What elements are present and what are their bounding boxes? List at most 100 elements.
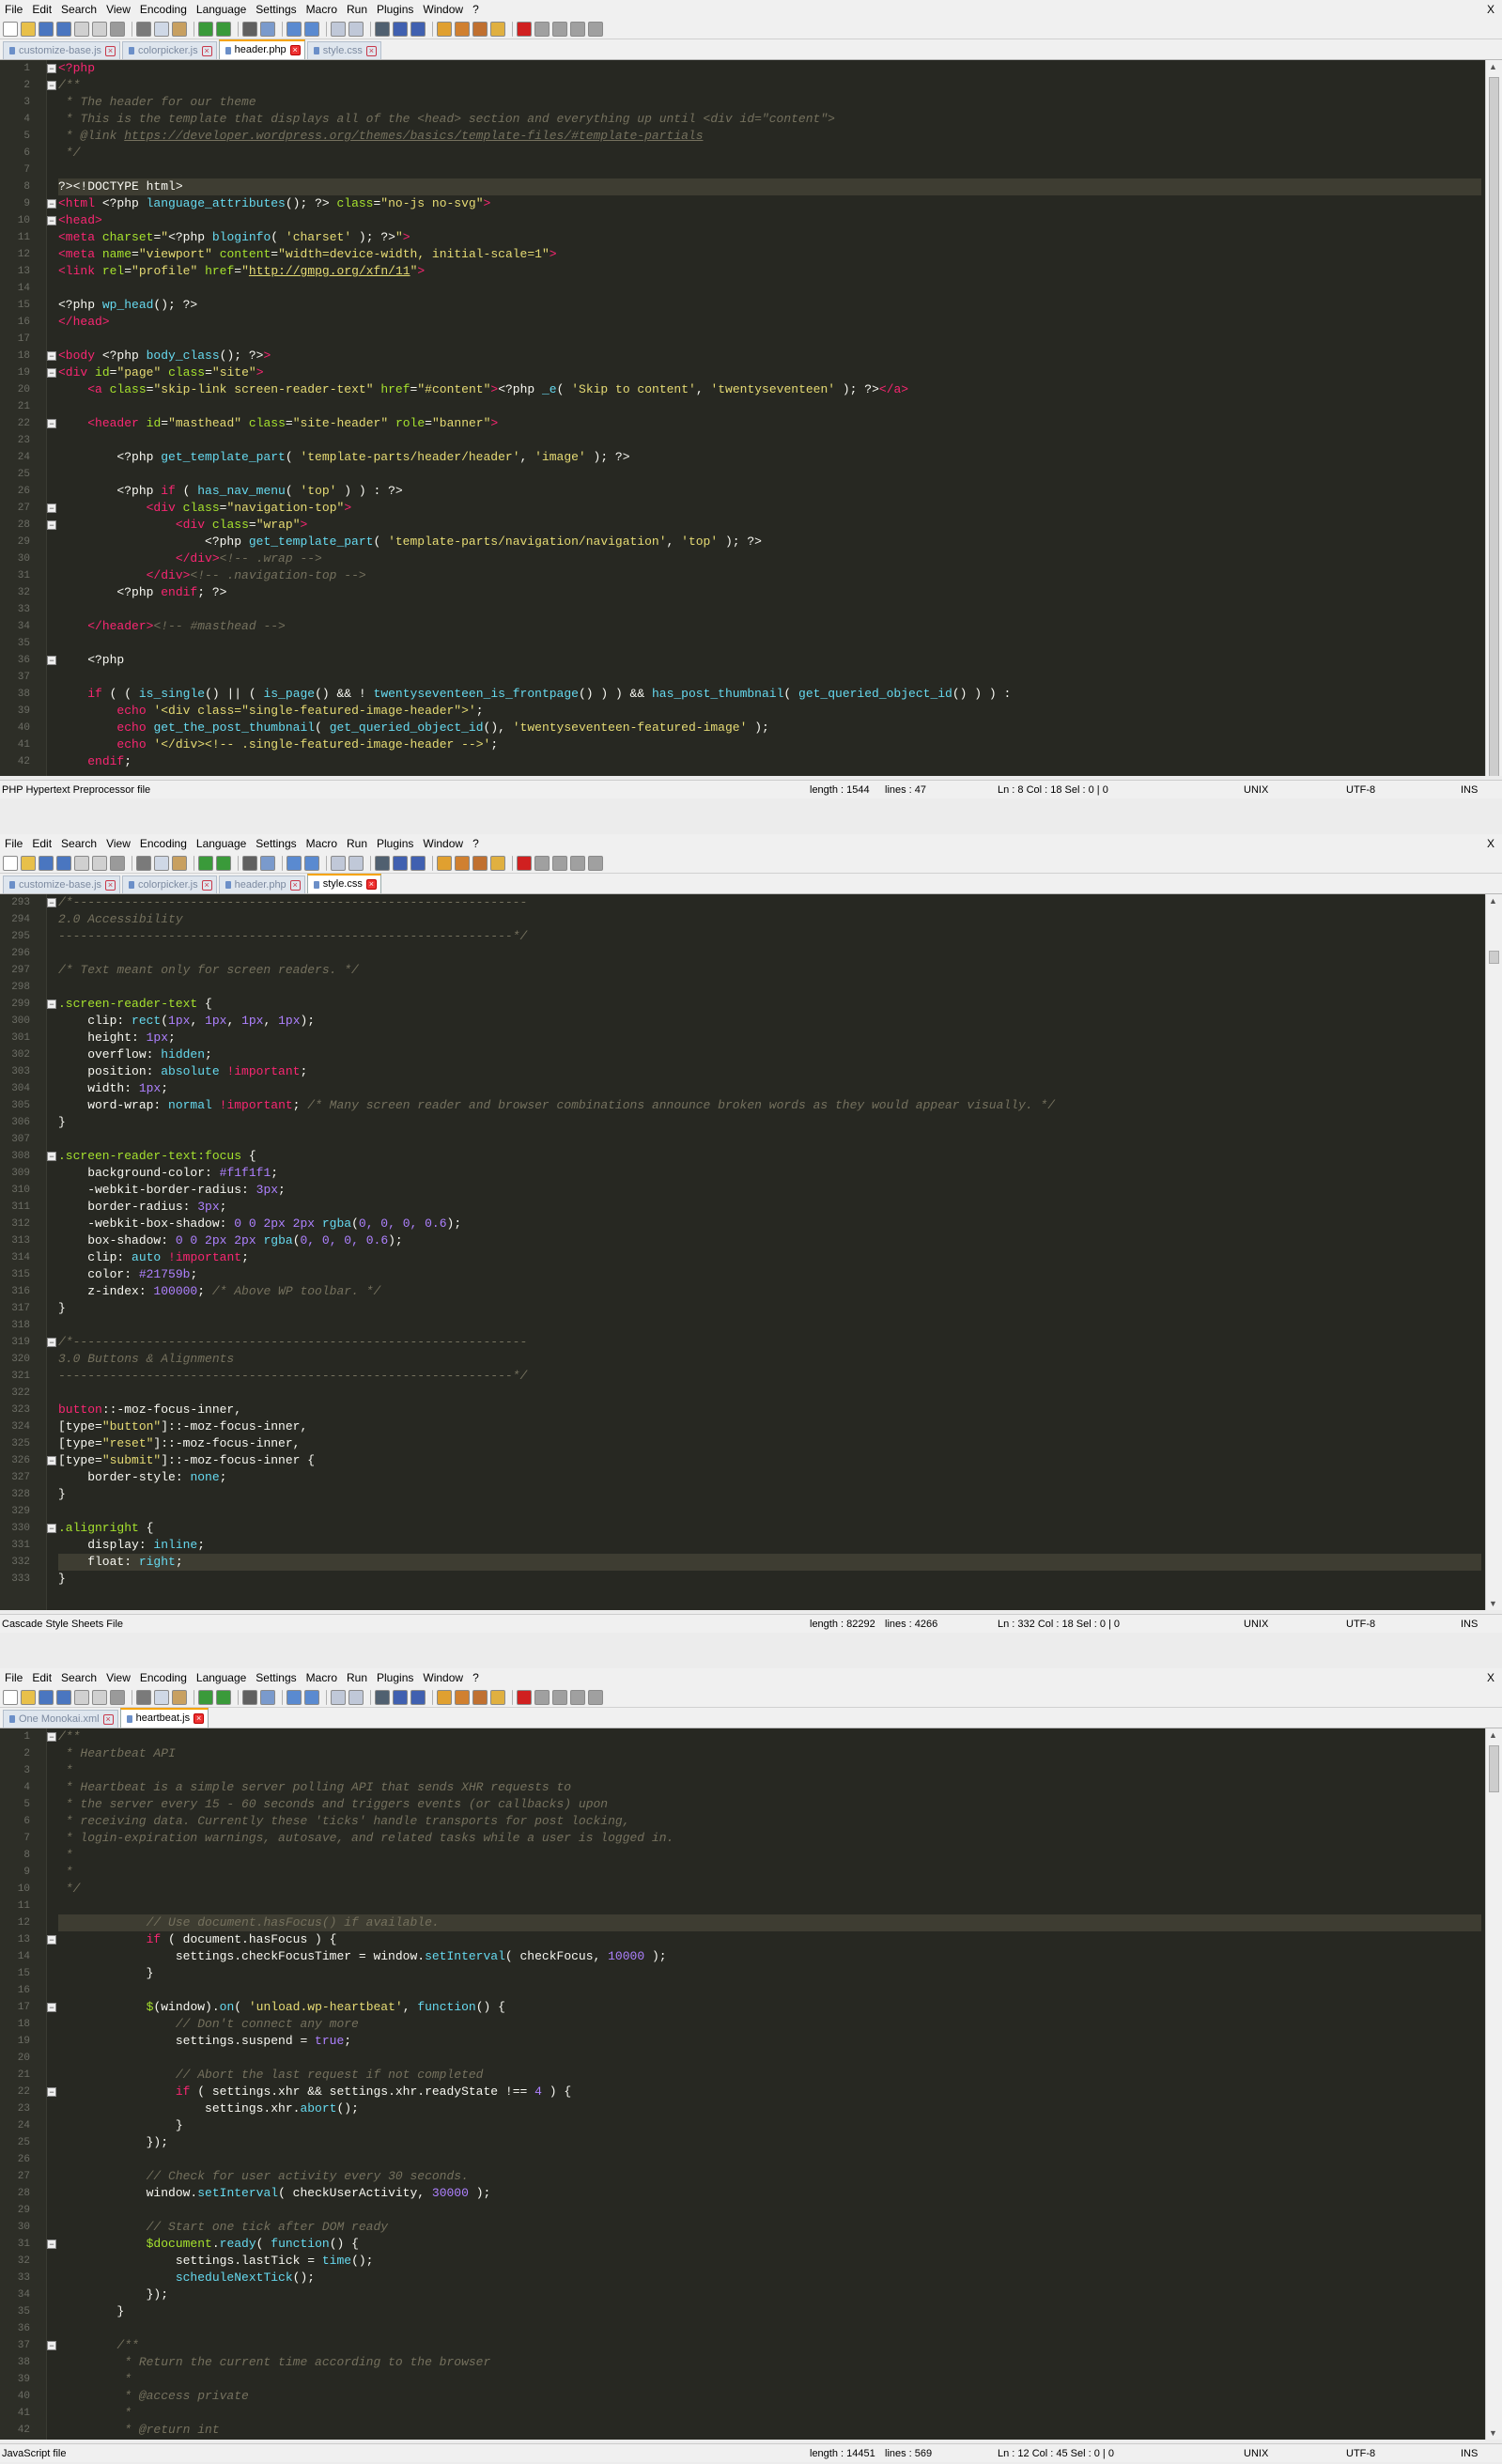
- save-all-icon[interactable]: [56, 21, 71, 37]
- tab-close-icon[interactable]: ×: [102, 1713, 114, 1725]
- code-editor[interactable]: 1− <?php 2−/** 3 * The header for our theme…: [0, 60, 1502, 776]
- tab-close-icon[interactable]: ×: [201, 45, 212, 56]
- find-icon[interactable]: [242, 1689, 257, 1705]
- fold-toggle-icon[interactable]: −: [47, 1152, 56, 1161]
- paste-icon[interactable]: [172, 1689, 187, 1705]
- vertical-scrollbar[interactable]: ▲▼: [1485, 894, 1502, 1610]
- copy-icon[interactable]: [154, 1689, 169, 1705]
- redo-icon[interactable]: [216, 1689, 231, 1705]
- menu-item[interactable]: Language: [192, 0, 251, 19]
- undo-icon[interactable]: [198, 1689, 213, 1705]
- indent-guide-icon[interactable]: [410, 1689, 426, 1705]
- code-editor[interactable]: 293−/*----------------------------------…: [0, 894, 1502, 1610]
- menu-item[interactable]: Window: [418, 1668, 468, 1687]
- lang-icon[interactable]: [437, 21, 452, 37]
- fold-toggle-icon[interactable]: −: [47, 199, 56, 209]
- scroll-thumb[interactable]: [1489, 1745, 1499, 1792]
- menu-item[interactable]: View: [101, 834, 135, 853]
- close-all-icon[interactable]: [92, 855, 107, 871]
- file-tab[interactable]: customize-base.js ×: [3, 876, 121, 893]
- fold-toggle-icon[interactable]: −: [47, 1524, 56, 1533]
- sync-h-icon[interactable]: [348, 855, 364, 871]
- fold-toggle-icon[interactable]: −: [47, 64, 56, 73]
- play-multi-icon[interactable]: [570, 21, 585, 37]
- scroll-thumb[interactable]: [1489, 951, 1499, 964]
- fold-toggle-icon[interactable]: −: [47, 2003, 56, 2012]
- open-icon[interactable]: [21, 1689, 36, 1705]
- zoom-in-icon[interactable]: [286, 1689, 302, 1705]
- play-icon[interactable]: [552, 1689, 567, 1705]
- menu-item[interactable]: View: [101, 0, 135, 19]
- save-icon[interactable]: [39, 1689, 54, 1705]
- find-icon[interactable]: [242, 855, 257, 871]
- scroll-up-icon[interactable]: ▲: [1489, 1730, 1497, 1740]
- record-icon[interactable]: [517, 21, 532, 37]
- fold-toggle-icon[interactable]: −: [47, 898, 56, 907]
- all-chars-icon[interactable]: [393, 855, 408, 871]
- wrap-icon[interactable]: [375, 855, 390, 871]
- func-list-icon[interactable]: [472, 21, 488, 37]
- replace-icon[interactable]: [260, 21, 275, 37]
- save-macro-icon[interactable]: [588, 21, 603, 37]
- menu-item[interactable]: Run: [342, 0, 372, 19]
- tab-close-icon[interactable]: ×: [365, 45, 377, 56]
- sync-h-icon[interactable]: [348, 21, 364, 37]
- menu-item[interactable]: Macro: [302, 834, 342, 853]
- file-tab[interactable]: One Monokai.xml ×: [3, 1710, 118, 1728]
- fold-toggle-icon[interactable]: −: [47, 504, 56, 513]
- menu-item[interactable]: Search: [56, 1668, 101, 1687]
- close-icon[interactable]: [74, 1689, 89, 1705]
- play-multi-icon[interactable]: [570, 855, 585, 871]
- menu-item[interactable]: Language: [192, 1668, 251, 1687]
- sync-v-icon[interactable]: [331, 1689, 346, 1705]
- zoom-out-icon[interactable]: [304, 1689, 319, 1705]
- menu-item[interactable]: Run: [342, 1668, 372, 1687]
- menu-item[interactable]: Plugins: [372, 1668, 418, 1687]
- cut-icon[interactable]: [136, 1689, 151, 1705]
- doc-map-icon[interactable]: [455, 1689, 470, 1705]
- close-icon[interactable]: [74, 855, 89, 871]
- sync-v-icon[interactable]: [331, 855, 346, 871]
- tab-close-icon[interactable]: ×: [365, 879, 377, 890]
- print-icon[interactable]: [110, 21, 125, 37]
- code-editor[interactable]: 1−/** 2 * Heartbeat API 3 * 4 * Heartbeat i…: [0, 1728, 1502, 2440]
- save-macro-icon[interactable]: [588, 1689, 603, 1705]
- menu-item[interactable]: File: [0, 0, 27, 19]
- fold-toggle-icon[interactable]: −: [47, 351, 56, 361]
- redo-icon[interactable]: [216, 21, 231, 37]
- fold-toggle-icon[interactable]: −: [47, 81, 56, 90]
- window-close-button[interactable]: X: [1487, 0, 1494, 19]
- file-tab[interactable]: style.css ×: [306, 874, 381, 893]
- doc-map-icon[interactable]: [455, 855, 470, 871]
- find-icon[interactable]: [242, 21, 257, 37]
- fold-toggle-icon[interactable]: −: [47, 1456, 56, 1465]
- fold-toggle-icon[interactable]: −: [47, 2087, 56, 2097]
- scroll-down-icon[interactable]: ▼: [1489, 1599, 1497, 1608]
- menu-item[interactable]: Language: [192, 834, 251, 853]
- menu-item[interactable]: Edit: [27, 1668, 56, 1687]
- print-icon[interactable]: [110, 1689, 125, 1705]
- file-tab[interactable]: colorpicker.js ×: [122, 876, 217, 893]
- doc-map-icon[interactable]: [455, 21, 470, 37]
- zoom-in-icon[interactable]: [286, 21, 302, 37]
- menu-item[interactable]: Encoding: [135, 1668, 192, 1687]
- file-tab[interactable]: heartbeat.js ×: [119, 1708, 209, 1728]
- menu-item[interactable]: Settings: [251, 0, 301, 19]
- scroll-up-icon[interactable]: ▲: [1489, 896, 1497, 906]
- fold-toggle-icon[interactable]: −: [47, 419, 56, 428]
- fold-toggle-icon[interactable]: −: [47, 368, 56, 378]
- menu-item[interactable]: Edit: [27, 834, 56, 853]
- all-chars-icon[interactable]: [393, 1689, 408, 1705]
- save-icon[interactable]: [39, 21, 54, 37]
- menu-item[interactable]: ?: [468, 0, 484, 19]
- menu-item[interactable]: Settings: [251, 834, 301, 853]
- folder-icon[interactable]: [490, 855, 505, 871]
- close-all-icon[interactable]: [92, 1689, 107, 1705]
- open-icon[interactable]: [21, 21, 36, 37]
- fold-toggle-icon[interactable]: −: [47, 1338, 56, 1347]
- copy-icon[interactable]: [154, 21, 169, 37]
- menu-item[interactable]: File: [0, 1668, 27, 1687]
- menu-item[interactable]: ?: [468, 834, 484, 853]
- save-macro-icon[interactable]: [588, 855, 603, 871]
- wrap-icon[interactable]: [375, 21, 390, 37]
